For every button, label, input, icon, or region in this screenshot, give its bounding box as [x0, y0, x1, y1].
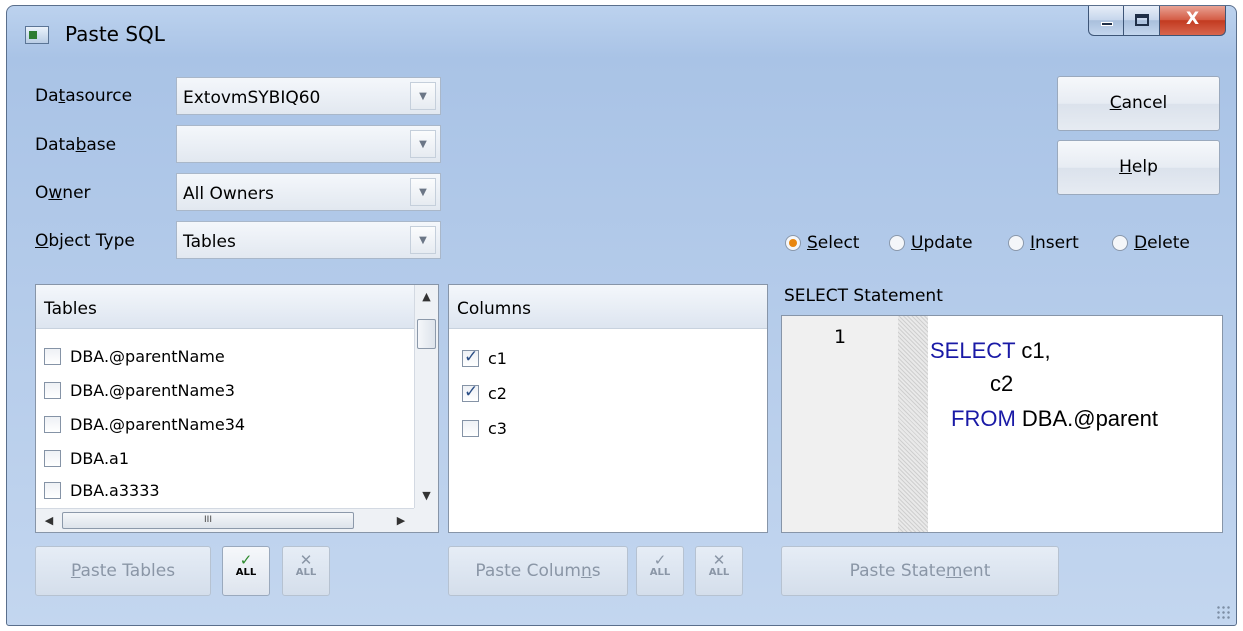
- line-number-gutter: 1: [782, 316, 898, 532]
- table-checkbox[interactable]: [44, 450, 61, 467]
- tables-header: Tables: [36, 285, 414, 329]
- list-item[interactable]: DBA.@parentName: [44, 347, 225, 366]
- uncheck-all-icon: ✕: [712, 551, 726, 569]
- scroll-right-icon[interactable]: ▶: [390, 509, 412, 532]
- radio-insert[interactable]: Insert: [1008, 233, 1079, 253]
- owner-label: Owner: [35, 183, 91, 203]
- horizontal-scrollbar[interactable]: ◀ III ▶: [36, 508, 414, 532]
- table-checkbox[interactable]: [44, 482, 61, 499]
- uncheck-all-tables-button[interactable]: ✕ ALL: [282, 546, 330, 596]
- table-checkbox[interactable]: [44, 382, 61, 399]
- radio-delete[interactable]: Delete: [1112, 233, 1190, 253]
- owner-value: All Owners: [183, 184, 274, 204]
- chevron-down-icon[interactable]: ▼: [410, 178, 436, 206]
- help-button[interactable]: Help: [1057, 140, 1220, 195]
- list-item[interactable]: DBA.@parentName34: [44, 415, 245, 434]
- datasource-label: Datasource: [35, 86, 133, 106]
- check-all-icon: ✓: [653, 551, 667, 569]
- chevron-down-icon[interactable]: ▼: [410, 226, 436, 254]
- table-checkbox[interactable]: [44, 348, 61, 365]
- cancel-button[interactable]: Cancel: [1057, 76, 1220, 131]
- fold-margin: [898, 316, 928, 532]
- maximize-button[interactable]: [1124, 6, 1160, 36]
- app-icon: [25, 26, 49, 44]
- uncheck-all-icon: ✕: [299, 551, 313, 569]
- datasource-select[interactable]: ExtovmSYBIQ60 ▼: [176, 77, 441, 115]
- database-label: Database: [35, 135, 117, 155]
- columns-header: Columns: [449, 285, 767, 329]
- title-bar[interactable]: Paste SQL X: [7, 6, 1236, 58]
- table-checkbox[interactable]: [44, 416, 61, 433]
- close-icon: X: [1185, 9, 1200, 29]
- chevron-down-icon[interactable]: ▼: [410, 82, 436, 110]
- column-checkbox[interactable]: [462, 382, 479, 402]
- radio-selected-indicator[interactable]: [785, 235, 801, 251]
- radio-indicator[interactable]: [889, 235, 905, 251]
- owner-select[interactable]: All Owners ▼: [176, 173, 441, 211]
- list-item[interactable]: DBA.a3333: [44, 481, 160, 500]
- database-select[interactable]: ▼: [176, 125, 441, 163]
- radio-update[interactable]: Update: [889, 233, 973, 253]
- radio-indicator[interactable]: [1112, 235, 1128, 251]
- minimize-icon: [1101, 22, 1113, 26]
- line-number: 1: [834, 326, 847, 348]
- object-type-label: Object Type: [35, 231, 135, 251]
- chevron-down-icon[interactable]: ▼: [410, 130, 436, 158]
- tables-list[interactable]: Tables DBA.@parentName DBA.@parentName3 …: [35, 284, 439, 533]
- column-checkbox[interactable]: [462, 420, 479, 437]
- datasource-value: ExtovmSYBIQ60: [183, 88, 321, 108]
- paste-statement-button[interactable]: Paste Statement: [781, 546, 1059, 596]
- list-item[interactable]: DBA.a1: [44, 449, 129, 468]
- resize-grip-icon[interactable]: [1216, 605, 1230, 619]
- code-line-2: c2: [990, 371, 1014, 396]
- object-type-select[interactable]: Tables ▼: [176, 221, 441, 259]
- scroll-down-icon[interactable]: ▼: [415, 484, 438, 508]
- scroll-left-icon[interactable]: ◀: [38, 509, 60, 532]
- scroll-up-icon[interactable]: ▲: [415, 285, 438, 309]
- close-button[interactable]: X: [1160, 6, 1226, 36]
- scrollbar-corner: [414, 508, 438, 532]
- radio-indicator[interactable]: [1008, 235, 1024, 251]
- list-item[interactable]: c1: [462, 347, 507, 368]
- caption-buttons: X: [1088, 6, 1226, 36]
- list-item[interactable]: c2: [462, 382, 507, 403]
- scroll-thumb[interactable]: III: [62, 512, 354, 529]
- check-all-columns-button[interactable]: ✓ ALL: [636, 546, 684, 596]
- column-checkbox[interactable]: [462, 347, 479, 367]
- radio-select[interactable]: Select: [785, 233, 859, 253]
- code-line-1: SELECT c1,: [930, 338, 1051, 363]
- uncheck-all-columns-button[interactable]: ✕ ALL: [695, 546, 743, 596]
- sql-editor[interactable]: 1 SELECT c1, c2 FROM DBA.@parent: [781, 315, 1223, 533]
- code-line-3: FROM DBA.@parent: [951, 406, 1158, 431]
- window-title: Paste SQL: [65, 22, 165, 46]
- minimize-button[interactable]: [1088, 6, 1124, 36]
- paste-sql-dialog: Paste SQL X Datasource ExtovmSYBIQ60 ▼ D…: [6, 5, 1237, 626]
- check-all-tables-button[interactable]: ✓ ALL: [222, 546, 270, 596]
- columns-list[interactable]: Columns c1 c2 c3: [448, 284, 768, 533]
- list-item[interactable]: DBA.@parentName3: [44, 381, 235, 400]
- check-all-icon: ✓: [239, 551, 253, 569]
- statement-label: SELECT Statement: [784, 286, 943, 306]
- maximize-icon: [1135, 14, 1149, 26]
- vertical-scrollbar[interactable]: ▲ ▼: [414, 285, 438, 508]
- scroll-thumb[interactable]: [417, 319, 436, 349]
- paste-columns-button[interactable]: Paste Columns: [448, 546, 628, 596]
- object-type-value: Tables: [183, 232, 236, 252]
- paste-tables-button[interactable]: Paste Tables: [35, 546, 211, 596]
- list-item[interactable]: c3: [462, 419, 507, 438]
